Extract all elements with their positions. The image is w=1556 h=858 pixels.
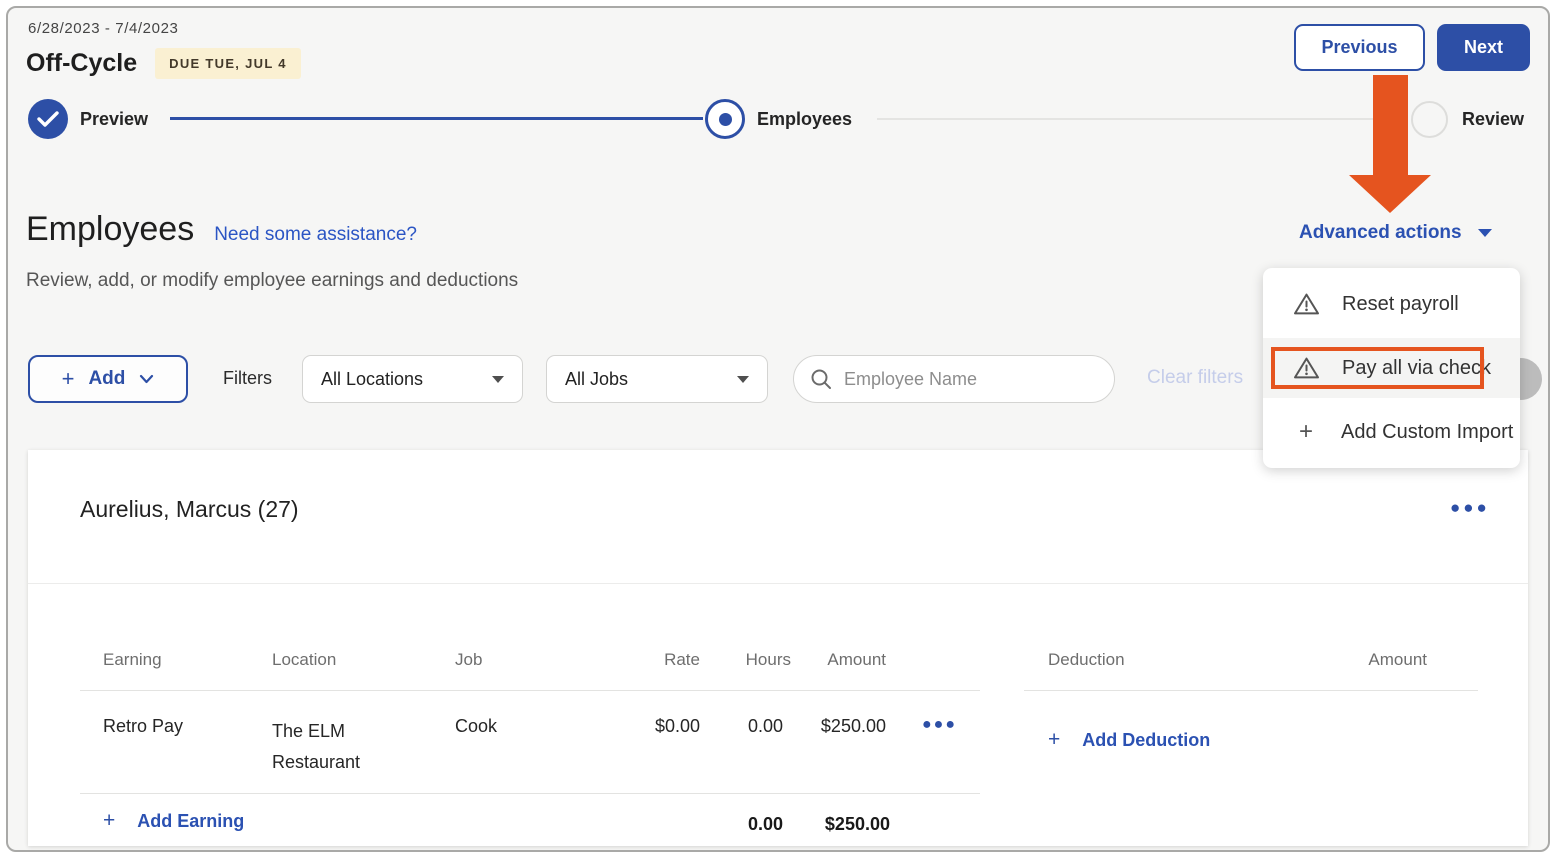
- total-hours: 0.00: [703, 814, 783, 835]
- filters-label: Filters: [223, 368, 272, 389]
- earnings-row-divider: [80, 793, 980, 794]
- card-header-divider: [28, 583, 1528, 584]
- warning-triangle-icon: [1293, 292, 1320, 316]
- deductions-header-divider: [1024, 690, 1478, 691]
- earning-name-cell: Retro Pay: [103, 716, 183, 737]
- step-review-label: Review: [1462, 109, 1524, 130]
- earning-row-menu-icon[interactable]: ●●●: [922, 716, 957, 734]
- check-icon: [37, 110, 59, 128]
- annotation-arrow-icon: [1349, 75, 1431, 213]
- menu-item-pay-all-via-check[interactable]: Pay all via check: [1263, 338, 1520, 398]
- col-header-job: Job: [455, 650, 482, 670]
- advanced-actions-label: Advanced actions: [1299, 222, 1462, 244]
- employee-name: Aurelius, Marcus (27): [80, 496, 299, 523]
- add-deduction-button[interactable]: + Add Deduction: [1048, 728, 1210, 752]
- chevron-down-icon: [139, 374, 154, 384]
- caret-down-icon: [1478, 229, 1492, 237]
- plus-icon: +: [103, 809, 115, 833]
- menu-item-add-custom-import[interactable]: + Add Custom Import: [1263, 402, 1520, 462]
- earning-hours-cell: 0.00: [703, 716, 783, 737]
- employee-search[interactable]: [793, 355, 1115, 403]
- earnings-header-divider: [80, 690, 980, 691]
- employee-overflow-menu-icon[interactable]: ●●●: [1450, 498, 1490, 518]
- search-icon: [810, 368, 832, 390]
- menu-item-label: Reset payroll: [1342, 293, 1459, 316]
- due-date-badge: DUE TUE, JUL 4: [155, 48, 301, 79]
- step-employees-indicator[interactable]: [705, 99, 745, 139]
- menu-item-reset-payroll[interactable]: Reset payroll: [1263, 274, 1520, 334]
- current-step-dot-icon: [719, 113, 732, 126]
- job-filter-value: All Jobs: [565, 369, 628, 390]
- stepper-connector-upcoming: [877, 118, 1408, 120]
- col-header-deduction: Deduction: [1048, 650, 1125, 670]
- plus-icon: +: [62, 366, 75, 392]
- job-filter-select[interactable]: All Jobs: [546, 355, 768, 403]
- earning-amount-cell: $250.00: [786, 716, 886, 737]
- page-subtitle: Review, add, or modify employee earnings…: [26, 270, 518, 292]
- menu-item-label: Add Custom Import: [1341, 421, 1513, 444]
- warning-triangle-icon: [1293, 356, 1320, 380]
- location-filter-select[interactable]: All Locations: [302, 355, 523, 403]
- employee-search-input[interactable]: [844, 369, 1074, 390]
- step-preview-indicator[interactable]: [28, 99, 68, 139]
- col-header-deduction-amount: Amount: [1327, 650, 1427, 670]
- advanced-actions-button[interactable]: Advanced actions: [1299, 222, 1492, 244]
- total-amount: $250.00: [786, 814, 890, 835]
- advanced-actions-menu: Reset payroll Pay all via check + Add Cu…: [1263, 268, 1520, 468]
- payroll-title: Off-Cycle: [26, 49, 137, 78]
- earning-location-cell: The ELM Restaurant: [272, 716, 397, 778]
- next-button[interactable]: Next: [1437, 24, 1530, 71]
- step-employees-label: Employees: [757, 109, 852, 130]
- caret-down-icon: [737, 376, 749, 383]
- earning-rate-cell: $0.00: [620, 716, 700, 737]
- earning-job-cell: Cook: [455, 716, 497, 737]
- assistance-link[interactable]: Need some assistance?: [214, 224, 417, 246]
- stepper-connector-complete: [170, 117, 703, 120]
- col-header-location: Location: [272, 650, 336, 670]
- plus-icon: +: [1048, 728, 1060, 752]
- add-button[interactable]: + Add: [28, 355, 188, 403]
- add-earning-button[interactable]: + Add Earning: [103, 809, 244, 833]
- col-header-amount: Amount: [796, 650, 886, 670]
- add-deduction-label: Add Deduction: [1082, 730, 1210, 751]
- previous-button[interactable]: Previous: [1294, 24, 1425, 71]
- add-earning-label: Add Earning: [137, 811, 244, 832]
- step-preview-label: Preview: [80, 109, 148, 130]
- location-filter-value: All Locations: [321, 369, 423, 390]
- app-window: 6/28/2023 - 7/4/2023 Off-Cycle DUE TUE, …: [6, 6, 1550, 852]
- col-header-earning: Earning: [103, 650, 162, 670]
- col-header-rate: Rate: [620, 650, 700, 670]
- pay-period-dates: 6/28/2023 - 7/4/2023: [28, 20, 178, 37]
- plus-icon: +: [1293, 418, 1319, 446]
- clear-filters-link[interactable]: Clear filters: [1147, 367, 1243, 389]
- caret-down-icon: [492, 376, 504, 383]
- menu-item-label: Pay all via check: [1342, 357, 1491, 380]
- add-button-label: Add: [88, 368, 125, 390]
- col-header-hours: Hours: [711, 650, 791, 670]
- page-title: Employees: [26, 210, 194, 249]
